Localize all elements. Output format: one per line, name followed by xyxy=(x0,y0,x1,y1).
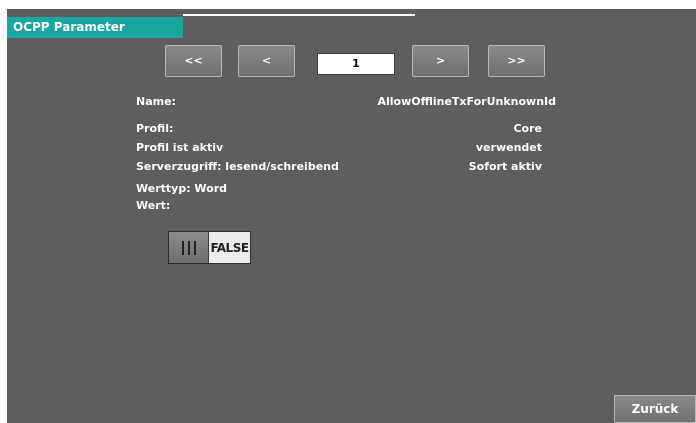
wert-label: Wert: xyxy=(136,199,171,212)
toggle-value: FALSE xyxy=(209,232,250,263)
serverzugriff-label: Serverzugriff: lesend/schreibend xyxy=(136,160,339,173)
profil-aktiv-value: verwendet xyxy=(475,141,542,154)
back-button[interactable]: Zurück xyxy=(614,395,696,423)
first-page-button[interactable]: << xyxy=(165,45,222,77)
name-label: Name: xyxy=(136,95,176,108)
profil-label: Profil: xyxy=(136,122,174,135)
profil-value: Core xyxy=(513,122,542,135)
page-title: OCPP Parameter xyxy=(7,17,183,38)
ocpp-parameter-screen: OCPP Parameter << < 1 > >> Name: AllowOf… xyxy=(7,9,696,423)
serverzugriff-value: Sofort aktiv xyxy=(468,160,542,173)
last-page-button[interactable]: >> xyxy=(488,45,545,77)
profil-aktiv-label: Profil ist aktiv xyxy=(136,141,224,154)
name-value: AllowOfflineTxForUnknownId xyxy=(377,95,556,108)
value-toggle[interactable]: FALSE xyxy=(168,231,251,264)
grip-icon xyxy=(181,240,196,255)
page-number-field[interactable]: 1 xyxy=(317,53,395,75)
previous-page-button[interactable]: < xyxy=(238,45,295,77)
toggle-handle[interactable] xyxy=(169,232,209,263)
werttyp-label: Werttyp: Word xyxy=(136,182,228,195)
next-page-button[interactable]: > xyxy=(412,45,469,77)
title-underline xyxy=(183,14,415,16)
